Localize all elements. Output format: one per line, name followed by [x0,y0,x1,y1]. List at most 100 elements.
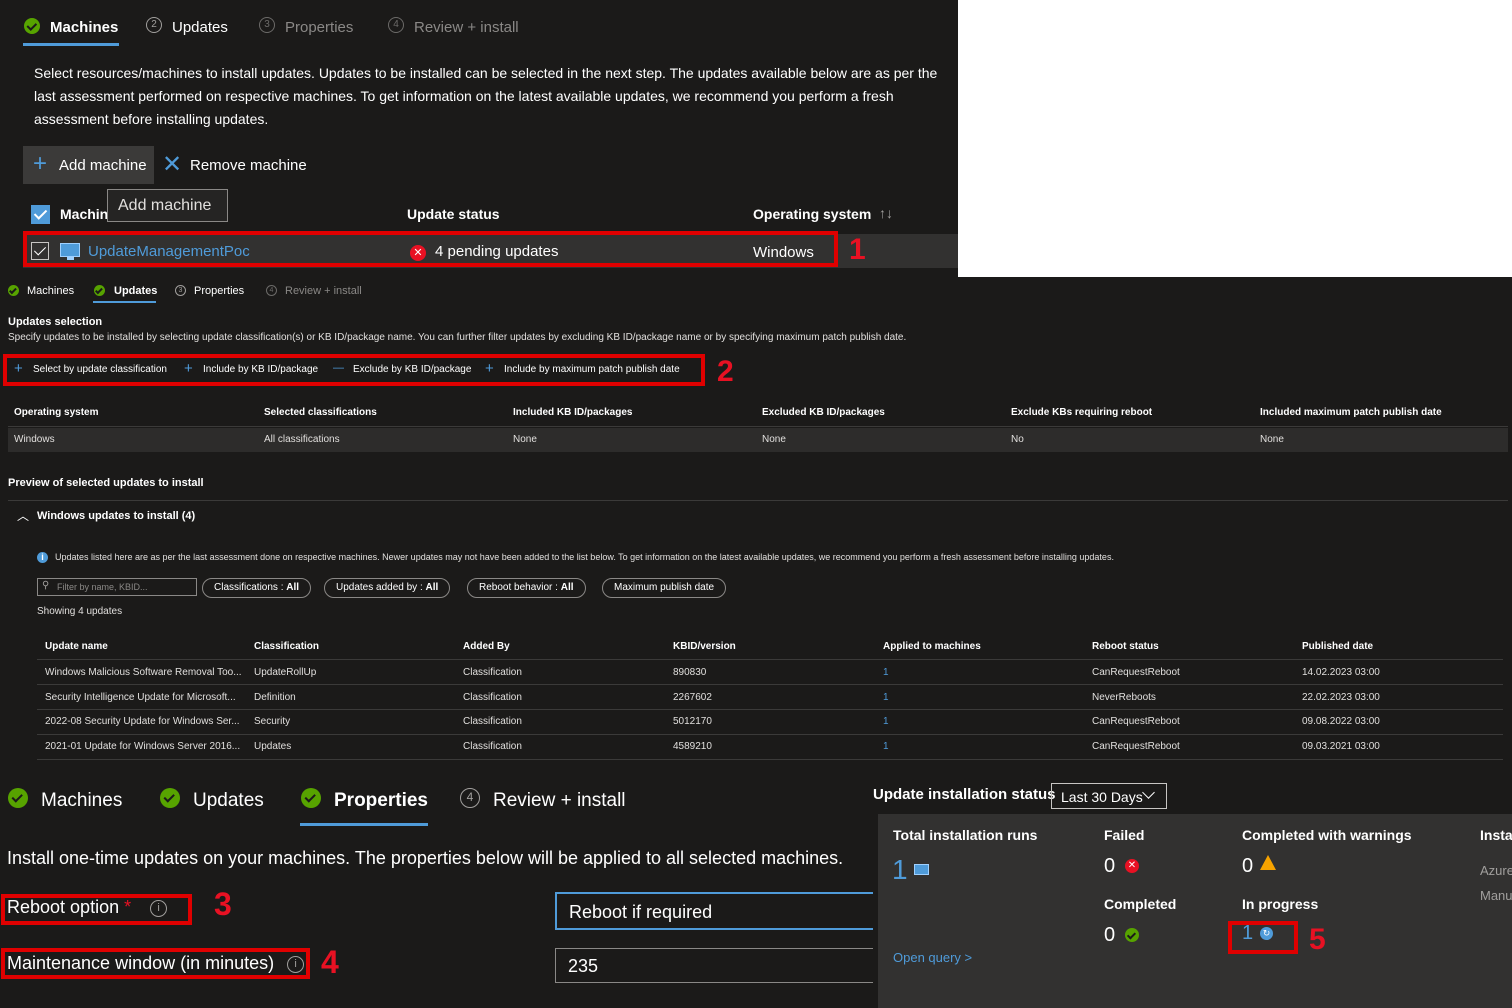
tab-properties-label: Properties [194,285,245,297]
add-machine-button[interactable]: + Add machine [23,146,154,184]
filter-label: Updates added by : [336,582,426,593]
filter-label: Classifications : [214,582,287,593]
tab-underline [23,43,119,46]
update-column-header[interactable]: Applied to machines [883,641,981,652]
update-published: 14.02.2023 03:00 [1302,667,1380,678]
summary-cell: No [1011,434,1024,445]
update-column-header[interactable]: KBID/version [673,641,736,652]
summary-cell: None [513,434,537,445]
showing-count: Showing 4 updates [37,606,123,617]
partial-item: Manu [1480,888,1512,903]
status-card: Total installation runs 1 Failed 0 ✕ Com… [878,814,1512,1008]
tooltip-text: Add machine [118,197,212,214]
highlight-box-5 [1228,921,1298,954]
filter-value: All [425,582,439,593]
reboot-option-value: Reboot if required [569,902,713,922]
failed-value[interactable]: 0 [1104,855,1115,878]
callout-5: 5 [1309,923,1326,956]
info-icon: i [37,552,48,563]
filter-value: All [286,582,300,593]
update-kbid: 890830 [673,667,707,678]
monitor-icon [914,864,929,875]
check-circle-icon [8,788,28,808]
preview-title: Preview of selected updates to install [8,477,204,489]
open-query-link[interactable]: Open query > [893,950,972,965]
summary-header: Selected classifications [264,407,377,418]
update-added-by: Classification [463,692,522,703]
update-column-header[interactable]: Classification [254,641,319,652]
update-kbid: 2267602 [673,692,712,703]
update-published: 22.02.2023 03:00 [1302,692,1380,703]
select-all-checkbox[interactable] [31,205,50,224]
update-published: 09.03.2021 03:00 [1302,741,1380,752]
updates-added-by-filter[interactable]: Updates added by : All [324,578,451,598]
filter-label: Maximum publish date [614,582,715,593]
maintenance-window-value: 235 [568,956,599,976]
column-os[interactable]: Operating system [753,206,871,222]
update-column-header[interactable]: Published date [1302,641,1373,652]
update-added-by: Classification [463,667,522,678]
step-4-icon: 4 [388,17,404,33]
partial-item: Azure [1480,863,1512,878]
chevron-down-icon [1142,786,1155,799]
update-classification: UpdateRollUp [254,667,317,678]
row-divider [37,659,1503,660]
callout-1: 1 [849,233,866,266]
tab-review-label: Review + install [414,19,519,36]
update-column-header[interactable]: Reboot status [1092,641,1159,652]
row-divider [37,734,1503,735]
update-added-by: Classification [463,716,522,727]
update-name: 2022-08 Security Update for Windows Ser.… [45,716,240,727]
error-icon: ✕ [1125,859,1139,873]
callout-3: 3 [214,886,232,922]
update-classification: Definition [254,692,296,703]
update-classification: Security [254,716,291,727]
step-4-icon: 4 [266,285,277,296]
failed-label: Failed [1104,827,1145,843]
remove-machine-button[interactable]: ✕ Remove machine [160,146,320,184]
maintenance-window-input[interactable]: 235 [555,948,873,983]
chevron-up-icon[interactable]: ︿ [17,507,29,524]
tab-machines-label: Machines [41,790,123,811]
sort-icon[interactable]: ↑↓ [879,205,893,221]
filter-value: All [560,582,574,593]
update-column-header[interactable]: Update name [45,641,108,652]
max-publish-date-filter[interactable]: Maximum publish date [602,578,727,598]
check-circle-icon [1125,928,1139,942]
column-machine[interactable]: Machin [60,206,108,222]
update-column-header[interactable]: Added By [463,641,510,652]
step-3-icon: 3 [259,17,275,33]
group-title[interactable]: Windows updates to install (4) [37,510,195,522]
check-circle-icon [24,18,40,34]
summary-header: Included KB ID/packages [513,407,633,418]
tab-underline [300,823,428,826]
step-4-icon: 4 [460,788,480,808]
reboot-behavior-filter[interactable]: Reboot behavior : All [467,578,586,598]
classifications-filter[interactable]: Classifications : All [202,578,312,598]
row-divider [37,759,1503,760]
update-name: Security Intelligence Update for Microso… [45,692,236,703]
total-runs-value[interactable]: 1 [892,854,908,886]
warnings-label: Completed with warnings [1242,827,1412,843]
section-title: Updates selection [8,316,103,328]
callout-4: 4 [321,944,339,980]
applied-machines-link[interactable]: 1 [883,667,889,678]
summary-header: Excluded KB ID/packages [762,407,885,418]
applied-machines-link[interactable]: 1 [883,716,889,727]
reboot-option-select[interactable]: Reboot if required [555,892,873,930]
in-progress-label: In progress [1242,896,1319,912]
column-update-status[interactable]: Update status [407,206,500,222]
machines-description: Select resources/machines to install upd… [34,65,938,127]
highlight-box-4 [1,948,310,979]
status-title: Update installation status [873,786,1056,803]
warnings-value[interactable]: 0 [1242,855,1253,878]
completed-value[interactable]: 0 [1104,924,1115,947]
update-reboot-status: CanRequestReboot [1092,667,1180,678]
filter-input[interactable]: ⚲ Filter by name, KBID... [37,578,197,596]
summary-cell: All classifications [264,434,340,445]
applied-machines-link[interactable]: 1 [883,741,889,752]
update-reboot-status: NeverReboots [1092,692,1156,703]
time-range-dropdown[interactable]: Last 30 Days [1051,783,1167,809]
applied-machines-link[interactable]: 1 [883,692,889,703]
installation-status-panel: Update installation status Last 30 Days … [873,768,1512,1008]
